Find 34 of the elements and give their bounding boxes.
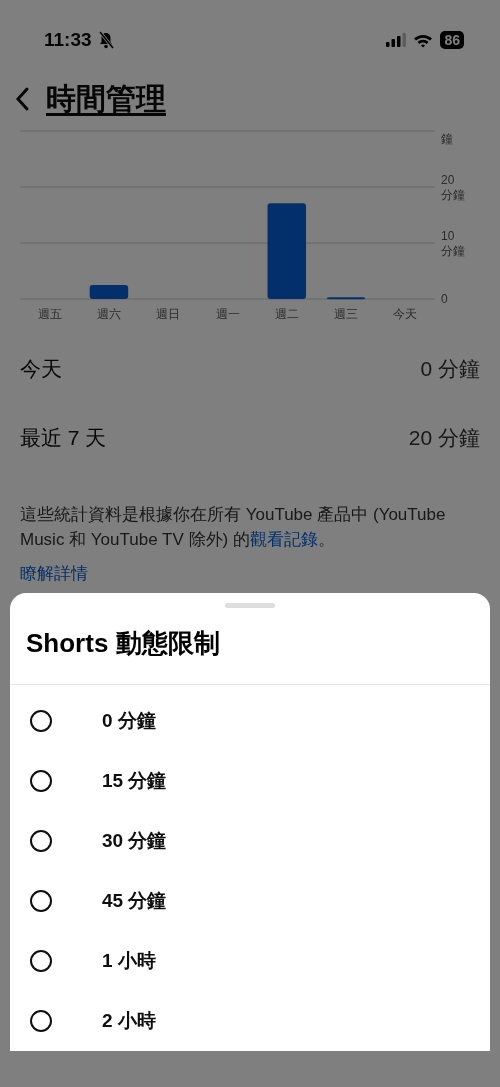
stat-label: 最近 7 天 (20, 424, 107, 451)
y-axis-label: 鐘 (441, 132, 453, 146)
back-button[interactable] (14, 86, 30, 112)
y-axis-label: 20 分鐘 (441, 173, 465, 202)
status-time: 11:33 (44, 29, 92, 51)
stat-value: 0 分鐘 (420, 355, 480, 382)
radio-button[interactable] (30, 770, 52, 792)
x-axis-label: 週二 (274, 307, 299, 321)
info-text: 這些統計資料是根據你在所有 YouTube 產品中 (YouTube Music 和 YouTube TV 除外) 的觀看記錄。 (19, 504, 447, 551)
x-axis-label: 週六 (96, 307, 121, 321)
back-icon (14, 86, 30, 112)
stat-label: 今天 (20, 355, 62, 382)
radio-button[interactable] (30, 710, 52, 732)
chart-bar (326, 297, 366, 300)
drag-handle[interactable] (225, 603, 275, 608)
wifi-icon (413, 32, 434, 48)
radio-button[interactable] (30, 830, 52, 852)
radio-button[interactable] (30, 890, 52, 912)
signal-icon (386, 33, 407, 47)
page-title: 時間管理 (46, 80, 166, 117)
sheet-title: Shorts 動態限制 (25, 627, 221, 660)
x-axis-label: 週日 (156, 307, 181, 321)
battery-level: 86 (440, 31, 464, 49)
muted-bell-icon (97, 31, 114, 49)
y-axis-label: 0 (441, 292, 448, 306)
chart-bar (89, 285, 129, 299)
y-axis-label: 10 分鐘 (441, 229, 465, 258)
x-axis-label: 週五 (37, 307, 62, 321)
x-axis-label: 週一 (215, 307, 240, 321)
x-axis-label: 今天 (393, 307, 418, 321)
radio-button[interactable] (30, 1010, 52, 1032)
radio-button[interactable] (30, 950, 52, 972)
stat-value: 20 分鐘 (408, 424, 480, 451)
x-axis-label: 週三 (334, 307, 359, 321)
